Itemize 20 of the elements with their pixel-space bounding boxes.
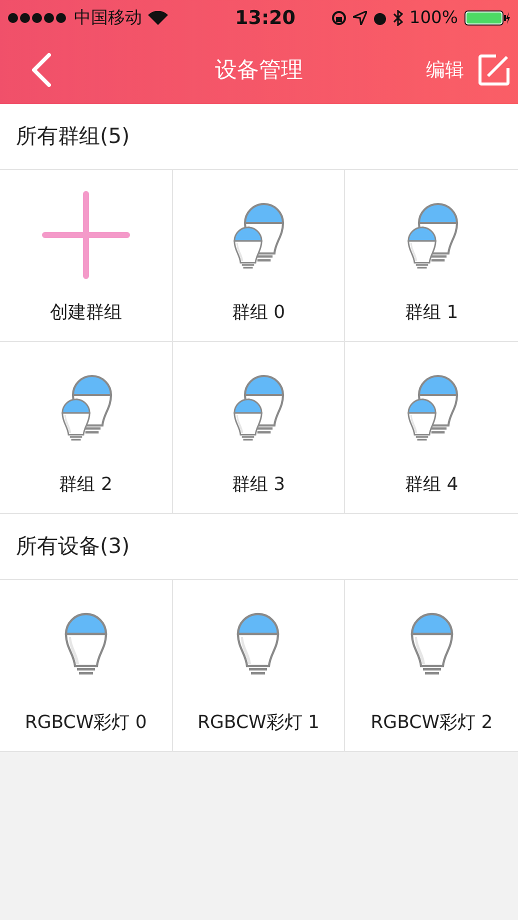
edit-icon[interactable] [478, 54, 510, 86]
battery-percent: 100% [409, 8, 458, 28]
carrier-name: 中国移动 [74, 7, 142, 29]
bluetooth-icon [393, 10, 404, 26]
rotation-lock-icon [331, 10, 348, 26]
page-title: 设备管理 [215, 56, 303, 84]
section-header: 所有设备(3) [0, 514, 518, 580]
wifi-icon [148, 10, 168, 24]
signal-icon [8, 12, 68, 22]
grid-tile[interactable]: 群组 0 [172, 170, 346, 342]
section-header: 所有群组(5) [0, 104, 518, 170]
grid-tile[interactable]: 群组 3 [172, 342, 346, 514]
battery-icon [464, 10, 510, 26]
status-time: 13:20 [235, 6, 296, 28]
grid-tile[interactable]: 创建群组 [0, 170, 173, 342]
grid-tile[interactable]: RGBCW彩灯 0 [0, 580, 173, 752]
plus-icon [42, 191, 130, 279]
grid-tile[interactable]: RGBCW彩灯 1 [172, 580, 346, 752]
location-icon [353, 10, 368, 24]
grid-tile[interactable]: 群组 2 [0, 342, 173, 514]
